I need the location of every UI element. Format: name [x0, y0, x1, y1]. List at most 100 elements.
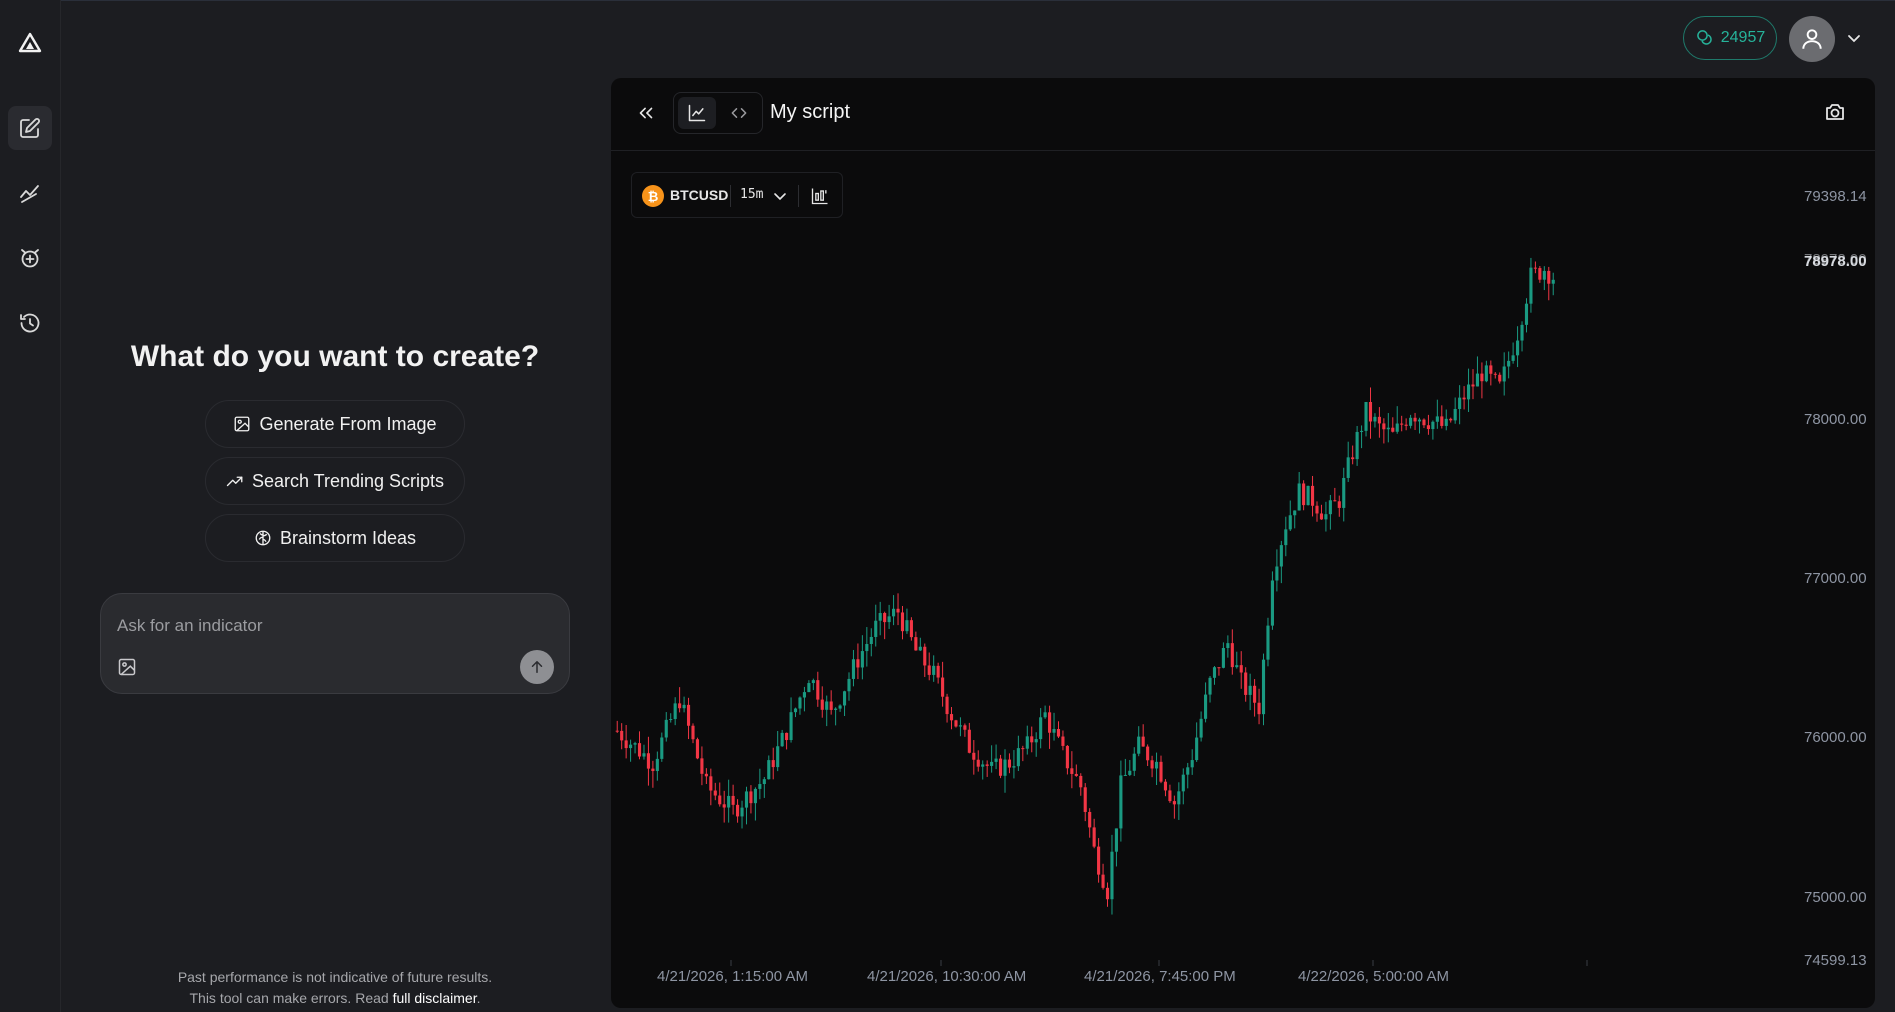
chart-panel: My script ₿ BTCUSD 15m 79398.14 78972.00… — [611, 78, 1875, 1008]
candle — [776, 731, 780, 772]
candle — [1261, 653, 1266, 726]
price-axis-label: 78000.00 — [1804, 411, 1867, 428]
candle — [1253, 679, 1257, 717]
candle-body — [1471, 384, 1475, 387]
candle-body — [829, 701, 833, 710]
candle — [762, 776, 766, 798]
candle — [1400, 415, 1404, 432]
candle-body — [949, 714, 954, 721]
candle — [1021, 745, 1025, 762]
time-axis-label: 4/21/2026, 10:30:00 AM — [867, 968, 1027, 985]
camera-icon[interactable] — [1823, 100, 1847, 124]
candle-body — [1199, 718, 1203, 738]
edit-icon[interactable] — [8, 106, 52, 150]
candle — [1462, 386, 1466, 410]
candle-body — [909, 620, 913, 638]
brainstorm-ideas-button[interactable]: Brainstorm Ideas — [205, 514, 465, 562]
collapse-icon[interactable] — [635, 102, 657, 124]
search-trending-scripts-button[interactable]: Search Trending Scripts — [205, 457, 465, 505]
candle-body — [1449, 418, 1453, 421]
candle — [727, 779, 731, 823]
candle-body — [758, 784, 762, 789]
candle — [718, 782, 722, 807]
timeframe-select[interactable]: 15m — [740, 187, 763, 202]
arrow-up-icon — [531, 661, 543, 673]
candle — [923, 643, 927, 677]
history-icon[interactable] — [8, 301, 52, 345]
candle-body — [972, 752, 976, 760]
avatar[interactable] — [1789, 16, 1835, 62]
candle — [1355, 425, 1359, 466]
credits-button[interactable]: 24957 — [1683, 16, 1777, 60]
trend-draw-icon[interactable] — [8, 171, 52, 215]
candle — [682, 696, 686, 713]
coins-icon — [1696, 30, 1712, 45]
candle — [1551, 272, 1555, 296]
candle — [1016, 735, 1020, 772]
candle-body — [709, 776, 713, 791]
candle — [1007, 753, 1012, 774]
candle-body — [1217, 667, 1221, 669]
candle — [909, 617, 913, 641]
candle-body — [1261, 659, 1266, 715]
candle — [673, 697, 677, 726]
candle-body — [1524, 303, 1529, 325]
candle-body — [896, 608, 900, 613]
candle — [900, 605, 905, 640]
candle-body — [1266, 625, 1270, 660]
image-icon — [235, 416, 250, 432]
candle-body — [941, 677, 945, 697]
send-button[interactable] — [520, 650, 554, 684]
candle-body — [771, 760, 775, 768]
symbol-label[interactable]: BTCUSD — [670, 187, 728, 203]
candle — [678, 687, 682, 713]
candle-body — [1226, 643, 1230, 649]
candle-body — [802, 692, 806, 698]
full-disclaimer-link[interactable]: full disclaimer — [393, 990, 477, 1006]
candle-body — [1542, 270, 1546, 280]
attach-image-icon[interactable] — [117, 657, 137, 677]
candle-body — [1048, 712, 1052, 733]
candle — [793, 707, 798, 718]
candle-body — [1391, 427, 1395, 432]
candle — [1083, 783, 1087, 822]
candle-body — [615, 730, 619, 732]
chevron-down-icon[interactable] — [1846, 30, 1862, 46]
candle — [994, 744, 998, 770]
candle — [1449, 417, 1453, 423]
candle — [744, 786, 749, 825]
candle-body — [1516, 340, 1520, 356]
candle-body — [1310, 485, 1315, 506]
candle-body — [1221, 648, 1225, 668]
candle-body — [1498, 374, 1502, 382]
candle-body — [1480, 373, 1484, 382]
candle — [976, 750, 980, 772]
candle — [1502, 352, 1506, 396]
candle-body — [678, 703, 682, 709]
candle-body — [976, 759, 980, 767]
prompt-input[interactable] — [115, 612, 519, 640]
candle — [1177, 782, 1181, 820]
indicators-icon[interactable] — [810, 186, 830, 206]
candle-body — [1364, 401, 1368, 431]
candle — [998, 754, 1003, 779]
candle — [883, 611, 887, 640]
candle-body — [1458, 397, 1462, 409]
alarm-add-icon[interactable] — [8, 236, 52, 280]
generate-from-image-button[interactable]: Generate From Image — [205, 400, 465, 448]
candle — [1288, 500, 1292, 532]
candle — [646, 736, 650, 786]
code-view-tab[interactable] — [720, 97, 758, 129]
candle — [1172, 795, 1176, 819]
chart-view-tab[interactable] — [678, 97, 716, 129]
candle-body — [1422, 419, 1426, 426]
candle-body — [1417, 419, 1422, 422]
candle-body — [736, 804, 740, 817]
candle-body — [691, 725, 695, 740]
candle-body — [1195, 737, 1199, 761]
logo-icon[interactable] — [8, 21, 52, 65]
candle-body — [1484, 365, 1488, 382]
timeframe-chevron-icon[interactable] — [772, 188, 788, 204]
disclaimer: Past performance is not indicative of fu… — [100, 967, 570, 1009]
candle — [1159, 755, 1163, 784]
